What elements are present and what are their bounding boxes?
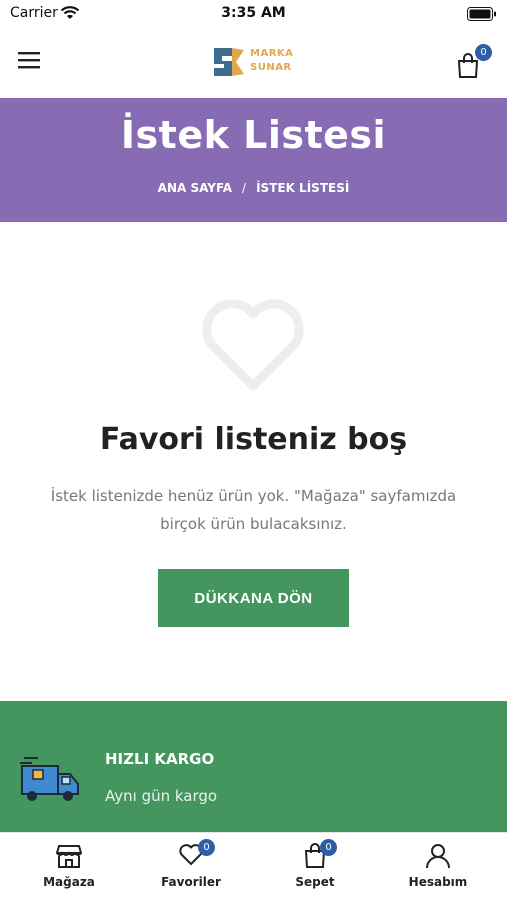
page-title: İstek Listesi [120, 113, 387, 157]
cart-count-badge: 0 [475, 44, 492, 61]
tab-account-label: Hesabım [408, 875, 468, 889]
bottom-tab-bar: Mağaza 0 Favoriler 0 Sepet Hesabım [0, 832, 507, 901]
menu-icon[interactable] [18, 50, 42, 70]
brand-logo[interactable]: MARKA SUNAR [212, 44, 296, 80]
breadcrumb: ANA SAYFA / İSTEK LİSTESİ [0, 181, 507, 195]
cart-tab-count-badge: 0 [320, 839, 337, 856]
tab-cart-label: Sepet [295, 875, 335, 889]
empty-state-description: İstek listenizde henüz ürün yok. "Mağaza… [50, 487, 457, 533]
store-icon [56, 845, 82, 868]
tab-account[interactable]: Hesabım [375, 833, 501, 901]
battery-icon [467, 7, 496, 21]
heart-outline-icon [202, 299, 304, 391]
breadcrumb-current: İSTEK LİSTESİ [256, 181, 350, 195]
breadcrumb-home-link[interactable]: ANA SAYFA [158, 181, 232, 195]
empty-state-title: Favori listeniz boş [99, 422, 408, 457]
logo-text-top: MARKA [250, 48, 294, 59]
logo-mark-icon [214, 48, 244, 76]
feature-subtitle: Aynı gün kargo [105, 787, 218, 805]
feature-title: HIZLI KARGO [105, 750, 215, 768]
header-cart-button[interactable]: 0 [456, 44, 492, 78]
tab-favorites-label: Favoriler [161, 875, 221, 889]
breadcrumb-separator: / [242, 181, 247, 195]
favorites-count-badge: 0 [198, 839, 215, 856]
delivery-truck-icon [20, 757, 79, 801]
status-bar: Carrier 3:35 AM [0, 0, 507, 30]
tab-cart[interactable]: 0 Sepet [252, 833, 378, 901]
clock: 3:35 AM [221, 5, 286, 21]
user-icon [426, 844, 450, 869]
tab-store[interactable]: Mağaza [6, 833, 132, 901]
tab-favorites[interactable]: 0 Favoriler [128, 833, 254, 901]
return-to-shop-button[interactable]: DÜKKANA DÖN [158, 569, 349, 627]
logo-text-bottom: SUNAR [250, 62, 292, 73]
tab-store-label: Mağaza [43, 875, 95, 889]
